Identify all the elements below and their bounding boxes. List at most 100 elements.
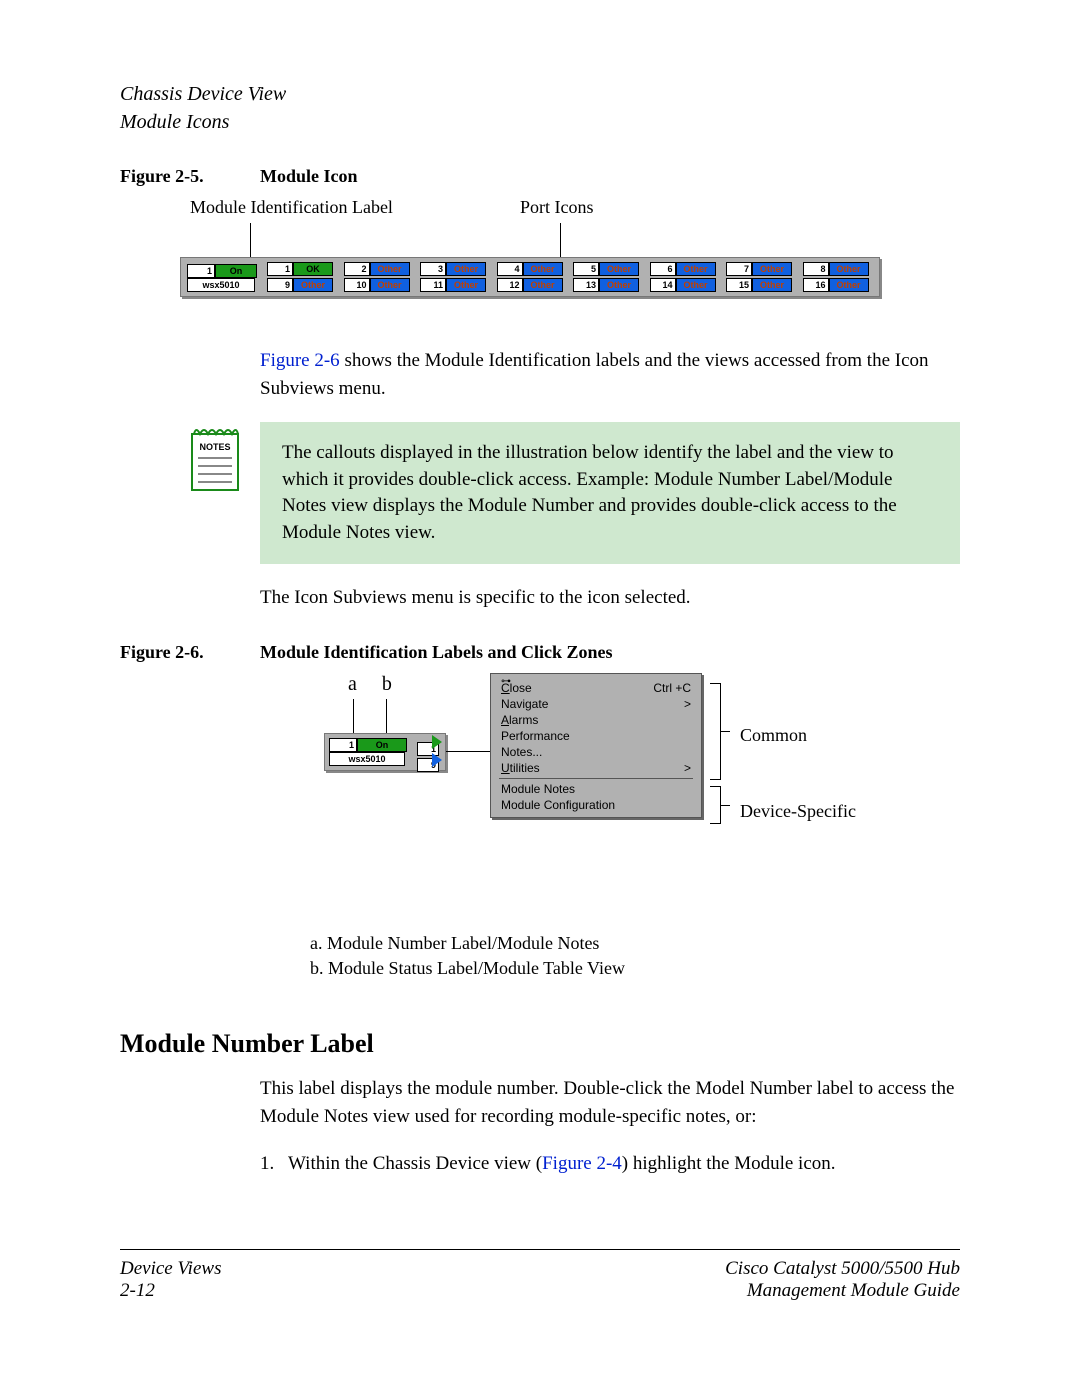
port-icon[interactable]: 1OK xyxy=(267,262,340,276)
label-b: b xyxy=(382,673,392,695)
module-id-label[interactable]: 1 On wsx5010 xyxy=(187,264,257,292)
legend-a: a. Module Number Label/Module Notes xyxy=(310,933,960,954)
port-status: Other xyxy=(370,278,410,292)
notes-block: NOTES The callouts displayed in the illu… xyxy=(120,422,960,564)
bracket-tick xyxy=(720,805,730,806)
header-line2: Module Icons xyxy=(120,108,960,136)
menu-item-close[interactable]: Close Ctrl +C xyxy=(491,680,701,696)
notes-text: The callouts displayed in the illustrati… xyxy=(260,422,960,564)
page-header: Chassis Device View Module Icons xyxy=(120,80,960,136)
ports-row: 1OK2Other3Other4Other5Other6Other7Other8… xyxy=(267,262,875,276)
port-status: Other xyxy=(599,262,639,276)
port-status: OK xyxy=(293,262,333,276)
module-status: On xyxy=(357,738,407,752)
module-model: wsx5010 xyxy=(329,752,405,766)
footer-left-2: 2-12 xyxy=(120,1280,221,1302)
module-icon-bar: 1 On wsx5010 1OK2Other3Other4Other5Other… xyxy=(180,257,880,297)
port-num: 13 xyxy=(573,278,599,292)
port-status: Other xyxy=(752,262,792,276)
port-icon[interactable]: 16Other xyxy=(803,278,876,292)
callout-line xyxy=(386,699,387,735)
link-figure-2-4[interactable]: Figure 2-4 xyxy=(542,1153,622,1174)
port-num: 5 xyxy=(573,262,599,276)
port-num: 15 xyxy=(726,278,752,292)
footer-right-1: Cisco Catalyst 5000/5500 Hub xyxy=(725,1258,960,1280)
menu-item-module-notes[interactable]: Module Notes xyxy=(491,781,701,797)
port-icon[interactable]: 3Other xyxy=(420,262,493,276)
port-icon[interactable]: 10Other xyxy=(344,278,417,292)
connector-line xyxy=(446,751,490,752)
module-number: 1 xyxy=(187,264,215,278)
port-status: Other xyxy=(370,262,410,276)
page-footer: Device Views 2-12 Cisco Catalyst 5000/55… xyxy=(120,1258,960,1302)
module-model: wsx5010 xyxy=(187,278,255,292)
header-line1: Chassis Device View xyxy=(120,80,960,108)
figure-2-6-title: Module Identification Labels and Click Z… xyxy=(260,642,613,663)
menu-separator xyxy=(499,778,693,779)
port-status: Other xyxy=(293,278,333,292)
port-icon[interactable]: 4Other xyxy=(497,262,570,276)
menu-item-performance[interactable]: Performance xyxy=(491,728,701,744)
menu-item-utilities[interactable]: Utilities> xyxy=(491,760,701,776)
port-icon[interactable]: 11Other xyxy=(420,278,493,292)
chevron-right-icon: > xyxy=(684,697,691,711)
context-menu: ⊶ Close Ctrl +C Navigate> Alarms Perform… xyxy=(490,673,702,818)
module-number: 1 xyxy=(329,738,357,752)
footer-right-2: Management Module Guide xyxy=(725,1280,960,1302)
menu-item-notes[interactable]: Notes... xyxy=(491,744,701,760)
callout-line xyxy=(560,223,561,257)
step-list: 1. Within the Chassis Device view (Figur… xyxy=(260,1150,960,1179)
port-icon[interactable]: 9Other xyxy=(267,278,340,292)
port-status: Other xyxy=(523,278,563,292)
port-icon[interactable]: 13Other xyxy=(573,278,646,292)
port-icon[interactable]: 6Other xyxy=(650,262,723,276)
svg-text:NOTES: NOTES xyxy=(199,442,230,452)
link-figure-2-6[interactable]: Figure 2-6 xyxy=(260,350,340,371)
module-icon-small[interactable]: 1 On wsx5010 1 9 xyxy=(324,733,446,771)
port-icon[interactable]: 15Other xyxy=(726,278,799,292)
port-icon[interactable]: 8Other xyxy=(803,262,876,276)
port-icon[interactable]: 2Other xyxy=(344,262,417,276)
pin-icon: ⊶ xyxy=(501,676,511,687)
menu-item-navigate[interactable]: Navigate> xyxy=(491,696,701,712)
port-status: Other xyxy=(752,278,792,292)
notes-icon: NOTES xyxy=(190,422,240,497)
label-a: a xyxy=(348,673,357,695)
label-device-specific: Device-Specific xyxy=(740,801,856,822)
figure-2-6-caption: Figure 2-6. Module Identification Labels… xyxy=(120,642,960,663)
port-status: Other xyxy=(523,262,563,276)
figure-2-6-legend: a. Module Number Label/Module Notes b. M… xyxy=(310,933,960,979)
chevron-right-icon: > xyxy=(684,761,691,775)
port-num: 10 xyxy=(344,278,370,292)
paragraph-icon-subviews: The Icon Subviews menu is specific to th… xyxy=(260,584,960,612)
menu-item-module-config[interactable]: Module Configuration xyxy=(491,797,701,813)
paragraph-module-number: This label displays the module number. D… xyxy=(260,1075,960,1130)
menu-item-alarms[interactable]: Alarms xyxy=(491,712,701,728)
port-icon[interactable]: 7Other xyxy=(726,262,799,276)
footer-left-1: Device Views xyxy=(120,1258,221,1280)
port-num: 9 xyxy=(267,278,293,292)
legend-b: b. Module Status Label/Module Table View xyxy=(310,958,960,979)
triangle-icon xyxy=(432,753,442,767)
paragraph-fig26-intro: Figure 2-6 shows the Module Identificati… xyxy=(260,347,960,402)
figure-2-6: a b 1 On wsx5010 1 9 ⊶ xyxy=(320,673,960,893)
figure-2-5-num: Figure 2-5. xyxy=(120,166,260,187)
triangle-icon xyxy=(432,735,442,749)
port-status: Other xyxy=(676,278,716,292)
step-number: 1. xyxy=(260,1150,288,1179)
port-num: 7 xyxy=(726,262,752,276)
port-icon[interactable]: 14Other xyxy=(650,278,723,292)
callout-port-icons: Port Icons xyxy=(520,197,594,218)
figure-2-5-caption: Figure 2-5. Module Icon xyxy=(120,166,960,187)
port-status: Other xyxy=(446,278,486,292)
port-num: 6 xyxy=(650,262,676,276)
menu-shortcut: Ctrl +C xyxy=(653,681,691,695)
port-icon[interactable]: 5Other xyxy=(573,262,646,276)
port-num: 1 xyxy=(267,262,293,276)
port-num: 2 xyxy=(344,262,370,276)
port-status: Other xyxy=(829,278,869,292)
port-icon[interactable]: 12Other xyxy=(497,278,570,292)
heading-module-number-label: Module Number Label xyxy=(120,1029,960,1059)
port-status: Other xyxy=(599,278,639,292)
ab-labels: a b xyxy=(348,673,412,696)
